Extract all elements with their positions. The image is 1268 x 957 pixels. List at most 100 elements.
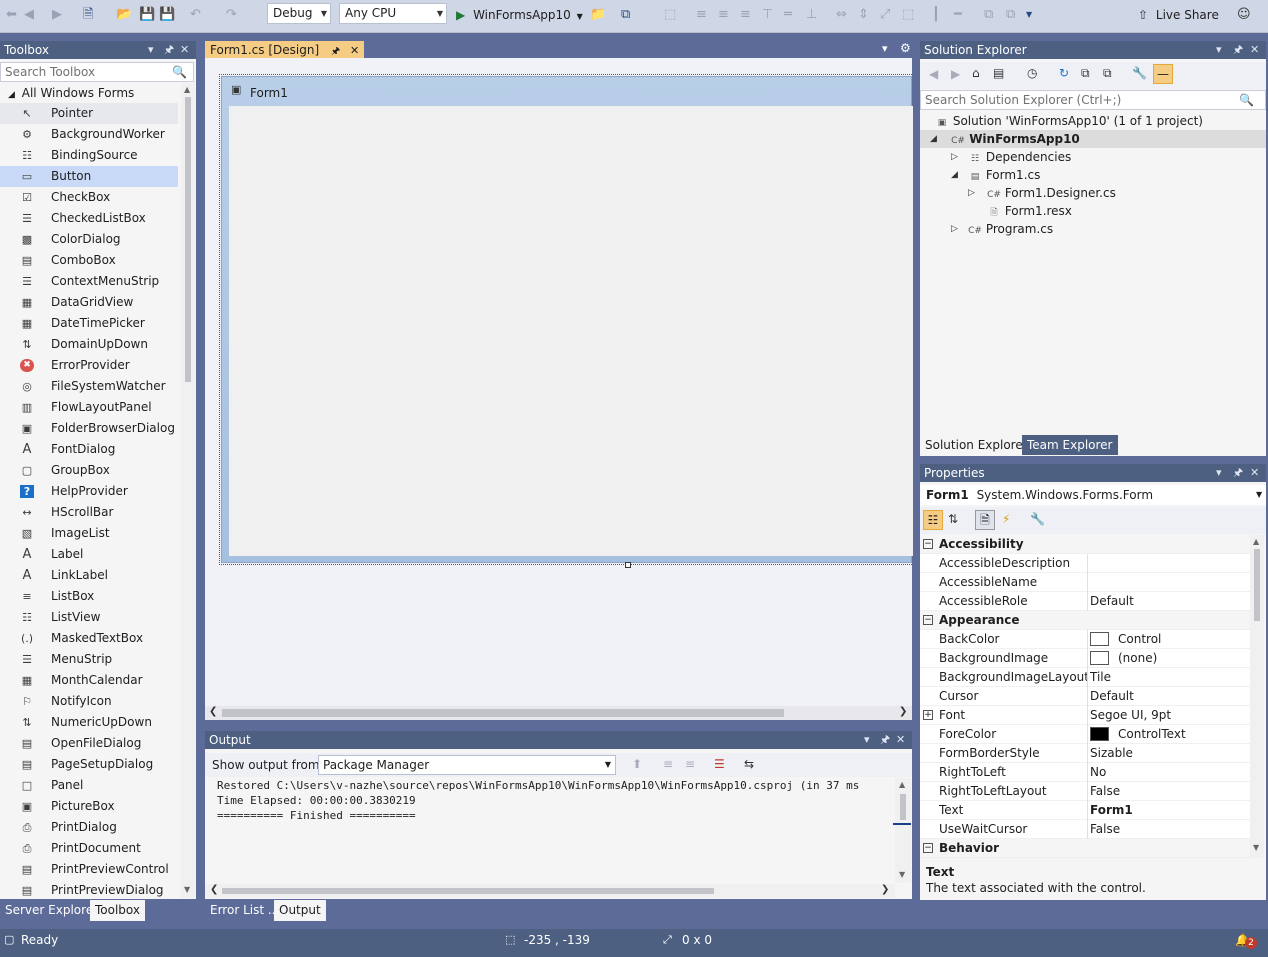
property-category[interactable]: − Behavior (920, 839, 1250, 858)
toolbox-item-combobox[interactable]: ▤ ComboBox (0, 250, 178, 271)
toolbox-item-checkbox[interactable]: ☑ CheckBox (0, 187, 178, 208)
toolbox-item-pointer[interactable]: ↖ Pointer (0, 103, 178, 124)
output-source-select[interactable]: Package Manager ▼ (318, 755, 616, 775)
toolbox-item-printpreviewcontrol[interactable]: ▤ PrintPreviewControl (0, 859, 178, 880)
pin-icon[interactable]: 🖈 (880, 731, 890, 749)
tab-solution-explorer[interactable]: Solution Explorer (920, 435, 1033, 455)
send-to-back-icon[interactable]: ⧉ (1006, 6, 1015, 24)
make-same-size-icon[interactable]: ⤢ (880, 6, 890, 24)
make-same-width-icon[interactable]: ⇔ (836, 6, 847, 24)
toolbox-item-backgroundworker[interactable]: ⚙ BackgroundWorker (0, 124, 178, 145)
tab-toolbox[interactable]: Toolbox (90, 900, 145, 921)
property-value-cell[interactable]: Control (1090, 630, 1161, 649)
dropdown-icon[interactable]: ▾ (864, 731, 870, 749)
align-left-icon[interactable]: ≡ (696, 6, 707, 24)
next-message-icon[interactable]: ≡ (685, 757, 695, 771)
back-icon[interactable]: ◀ (929, 67, 938, 81)
toolbox-item-groupbox[interactable]: ▢ GroupBox (0, 460, 178, 481)
toolbox-item-printdialog[interactable]: ⎙ PrintDialog (0, 817, 178, 838)
property-value[interactable]: False (1090, 822, 1120, 836)
scroll-up-icon[interactable]: ▲ (1253, 537, 1259, 546)
output-hscrollbar[interactable]: ❮ ❯ (205, 884, 895, 898)
property-value[interactable]: Segoe UI, 9pt (1090, 708, 1171, 722)
toolbox-item-monthcalendar[interactable]: ▦ MonthCalendar (0, 670, 178, 691)
property-row[interactable]: BackColor Control (920, 630, 1250, 649)
collapsed-triangle-icon[interactable]: ▷ (951, 220, 958, 238)
pin-icon[interactable]: 🖈 (1233, 41, 1243, 59)
close-icon[interactable]: ✕ (350, 44, 359, 57)
scrollbar-thumb[interactable] (222, 709, 784, 717)
open-folder-icon[interactable]: 📂 (116, 6, 132, 24)
align-right-icon[interactable]: ≡ (740, 6, 751, 24)
feedback-icon[interactable]: ☺ (1237, 6, 1251, 24)
property-value-cell[interactable]: Sizable (1090, 744, 1133, 763)
property-value[interactable]: Form1 (1090, 803, 1133, 817)
preview-selected-items-icon[interactable]: — (1153, 64, 1173, 84)
undo-icon[interactable]: ↶ (190, 6, 201, 24)
redo-icon[interactable]: ↷ (226, 6, 237, 24)
sync-icon[interactable]: ↻ (1059, 66, 1069, 80)
tree-node-form1[interactable]: ◢ ▤ Form1.cs (951, 166, 1040, 184)
collapse-icon[interactable]: − (923, 615, 933, 625)
new-project-icon[interactable]: 🗎 (83, 6, 93, 24)
expanded-triangle-icon[interactable]: ◢ (930, 130, 937, 148)
chevron-down-icon[interactable]: ▼ (1026, 6, 1032, 24)
tree-node-project[interactable]: ◢ C# WinFormsApp10 (920, 130, 1266, 148)
toolbox-item-hscrollbar[interactable]: ↔ HScrollBar (0, 502, 178, 523)
property-value[interactable]: (none) (1118, 651, 1157, 665)
scrollbar-thumb[interactable] (1254, 549, 1260, 621)
toolbox-item-datagridview[interactable]: ▦ DataGridView (0, 292, 178, 313)
dropdown-icon[interactable]: ▾ (1216, 464, 1222, 482)
dropdown-icon[interactable]: ▾ (148, 41, 154, 59)
start-button[interactable]: ▶ WinFormsApp10 ▼ (456, 5, 583, 25)
align-center-icon[interactable]: ≡ (718, 6, 729, 24)
property-value-cell[interactable]: ControlText (1090, 725, 1186, 744)
switch-views-icon[interactable]: ▤ (993, 66, 1004, 80)
toolbox-item-helpprovider[interactable]: ? HelpProvider (0, 481, 178, 502)
property-grid-scrollbar[interactable]: ▲ ▼ (1250, 535, 1264, 858)
property-row[interactable]: BackgroundImage (none) (920, 649, 1250, 668)
back-icon[interactable]: ⬅ (6, 6, 17, 24)
toolbox-item-printpreviewdialog[interactable]: ▤ PrintPreviewDialog (0, 880, 178, 901)
collapsed-triangle-icon[interactable]: ▷ (968, 184, 975, 202)
expanded-triangle-icon[interactable]: ◢ (951, 166, 958, 184)
property-category[interactable]: − Accessibility (920, 535, 1250, 554)
object-selector[interactable]: Form1 System.Windows.Forms.Form ▼ (920, 485, 1266, 505)
close-icon[interactable]: ✕ (1250, 464, 1259, 482)
property-row[interactable]: FormBorderStyle Sizable (920, 744, 1250, 763)
scrollbar-thumb[interactable] (900, 794, 906, 820)
toolbox-item-pagesetupdialog[interactable]: ▤ PageSetupDialog (0, 754, 178, 775)
toolbox-item-colordialog[interactable]: ▩ ColorDialog (0, 229, 178, 250)
property-value-cell[interactable]: Form1 (1090, 801, 1133, 820)
property-pages-icon[interactable]: 🔧 (1030, 512, 1045, 526)
align-grid-icon[interactable]: ⬚ (664, 6, 676, 24)
solution-search-input[interactable]: Search Solution Explorer (Ctrl+;) 🔍 (920, 90, 1266, 110)
find-message-icon[interactable]: ⬆ (632, 757, 642, 771)
toolbox-item-domainupdown[interactable]: ⇅ DomainUpDown (0, 334, 178, 355)
navigate-back-button[interactable]: ◀ (24, 6, 34, 24)
property-row[interactable]: AccessibleDescription (920, 554, 1250, 573)
toolbox-item-button[interactable]: ▭ Button (0, 166, 178, 187)
toolbox-item-openfiledialog[interactable]: ▤ OpenFileDialog (0, 733, 178, 754)
toolbox-item-picturebox[interactable]: ▣ PictureBox (0, 796, 178, 817)
toolbox-item-contextmenustrip[interactable]: ☰ ContextMenuStrip (0, 271, 178, 292)
property-value-cell[interactable]: Segoe UI, 9pt (1090, 706, 1171, 725)
tab-error-list[interactable]: Error List ... (205, 900, 284, 921)
toolbox-item-notifyicon[interactable]: ⚐ NotifyIcon (0, 691, 178, 712)
tree-node-form1-designer[interactable]: ▷ C# Form1.Designer.cs (968, 184, 1116, 202)
align-middle-icon[interactable]: ═ (784, 6, 792, 24)
bring-to-front-icon[interactable]: ⧉ (984, 6, 993, 24)
collapse-all-icon[interactable]: ⧉ (1081, 66, 1090, 81)
toolbox-item-errorprovider[interactable]: ✖ ErrorProvider (0, 355, 178, 376)
property-value-cell[interactable]: (none) (1090, 649, 1157, 668)
property-row[interactable]: UseWaitCursor False (920, 820, 1250, 839)
spacing-horizontal-icon[interactable]: ┃ (932, 6, 940, 24)
pin-icon[interactable]: 🖈 (1233, 464, 1243, 482)
property-value[interactable]: Tile (1090, 670, 1111, 684)
scrollbar-thumb[interactable] (222, 888, 714, 894)
spacing-vertical-icon[interactable]: ━ (954, 6, 962, 24)
make-same-height-icon[interactable]: ⇕ (858, 6, 869, 24)
collapse-icon[interactable]: − (923, 843, 933, 853)
toolbox-item-folderbrowserdialog[interactable]: ▣ FolderBrowserDialog (0, 418, 178, 439)
tab-server-explorer[interactable]: Server Explorer (0, 900, 103, 921)
